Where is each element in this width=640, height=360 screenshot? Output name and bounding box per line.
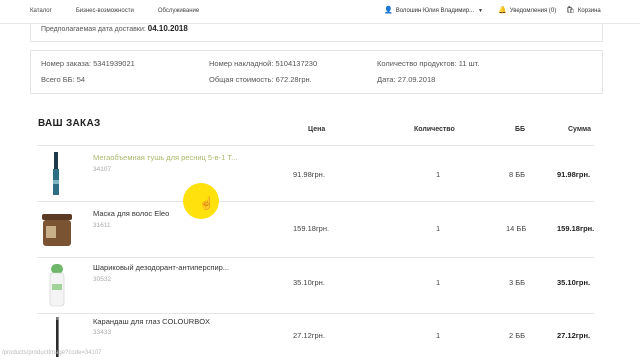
total-bb: Всего ББ: 54 [41,75,86,84]
product-thumbnail[interactable] [40,150,74,198]
product-sum: 159.18грн. [557,224,595,233]
delivery-info: Предполагаемая дата доставки: 04.10.2018 [30,24,603,42]
product-name-link[interactable]: Мегаобъемная тушь для ресниц 5-в-1 Т... [93,153,237,162]
order-title: ВАШ ЗАКАЗ [38,118,101,129]
notifications-label: Уведомления (0) [509,7,557,14]
main-nav: Каталог Бизнес-возможности Обслуживание [30,8,223,14]
product-name-link[interactable]: Шариковый дезодорант-антиперспир... [93,263,229,272]
nav-catalog[interactable]: Каталог [30,8,52,14]
product-bb: 2 ББ [509,331,526,340]
product-sum: 35.10грн. [557,278,591,287]
product-qty: 1 [436,278,441,287]
product-sum: 91.98грн. [557,170,591,179]
col-price: Цена [308,126,326,133]
product-code: 33433 [93,329,112,336]
col-sum: Сумма [568,126,592,133]
total-cost: Общая стоимость: 672.28грн. [209,75,312,84]
product-name-link[interactable]: Маска для волос Eleo [93,209,169,218]
invoice-number: Номер накладной: 5104137230 [209,59,318,68]
delivery-label: Предполагаемая дата доставки: [41,26,146,33]
product-thumbnail[interactable] [40,210,74,250]
nav-business[interactable]: Бизнес-возможности [76,8,134,14]
order-summary: Номер заказа: 5341939021 Всего ББ: 54 Но… [30,50,603,94]
product-code: 31611 [93,222,111,229]
product-code: 30532 [93,276,112,283]
product-count: Количество продуктов: 11 шт. [377,59,480,68]
product-qty: 1 [436,170,441,179]
cart-link[interactable]: 🛍 Корзина [566,7,601,14]
user-name: Волошин Юлия Владимир... [395,7,475,14]
col-quantity: Количество [414,126,455,133]
top-bar: Каталог Бизнес-возможности Обслуживание … [0,0,640,24]
table-row: Шариковый дезодорант-антиперспир... 3053… [37,257,594,313]
chevron-down-icon: ▼ [478,7,483,14]
hand-cursor-icon: ☝ [199,196,214,210]
product-price: 159.18грн. [293,224,330,233]
product-thumbnail[interactable] [40,262,74,308]
product-name-link[interactable]: Карандаш для глаз COLOURBOX [93,317,210,326]
table-row: Маска для волос Eleo 31611 159.18грн. 1 … [37,201,594,257]
bell-icon: 🔔 [498,7,507,14]
product-price: 35.10грн. [293,278,325,287]
product-code: 34107 [93,166,112,173]
table-row: Карандаш для глаз COLOURBOX 33433 27.12г… [37,313,594,360]
order-date: Дата: 27.09.2018 [377,75,436,84]
order-number: Номер заказа: 5341939021 [41,59,135,68]
notifications-link[interactable]: 🔔 Уведомления (0) [498,7,556,14]
product-price: 91.98грн. [293,170,325,179]
user-menu[interactable]: 👤 Волошин Юлия Владимир... ▼ [384,7,483,14]
status-url: /products/productImage?code=34107 [2,350,102,356]
delivery-date: 04.10.2018 [147,24,188,33]
col-bb: ББ [515,126,526,133]
cart-label: Корзина [577,7,601,14]
product-qty: 1 [436,224,441,233]
product-bb: 14 ББ [506,224,527,233]
bag-icon: 🛍 [566,7,575,14]
product-sum: 27.12грн. [557,331,591,340]
product-qty: 1 [436,331,441,340]
product-bb: 8 ББ [509,170,526,179]
nav-service[interactable]: Обслуживание [158,8,199,14]
table-row: Мегаобъемная тушь для ресниц 5-в-1 Т... … [37,145,594,201]
product-bb: 3 ББ [509,278,526,287]
product-price: 27.12грн. [293,331,325,340]
user-icon: 👤 [384,7,393,14]
